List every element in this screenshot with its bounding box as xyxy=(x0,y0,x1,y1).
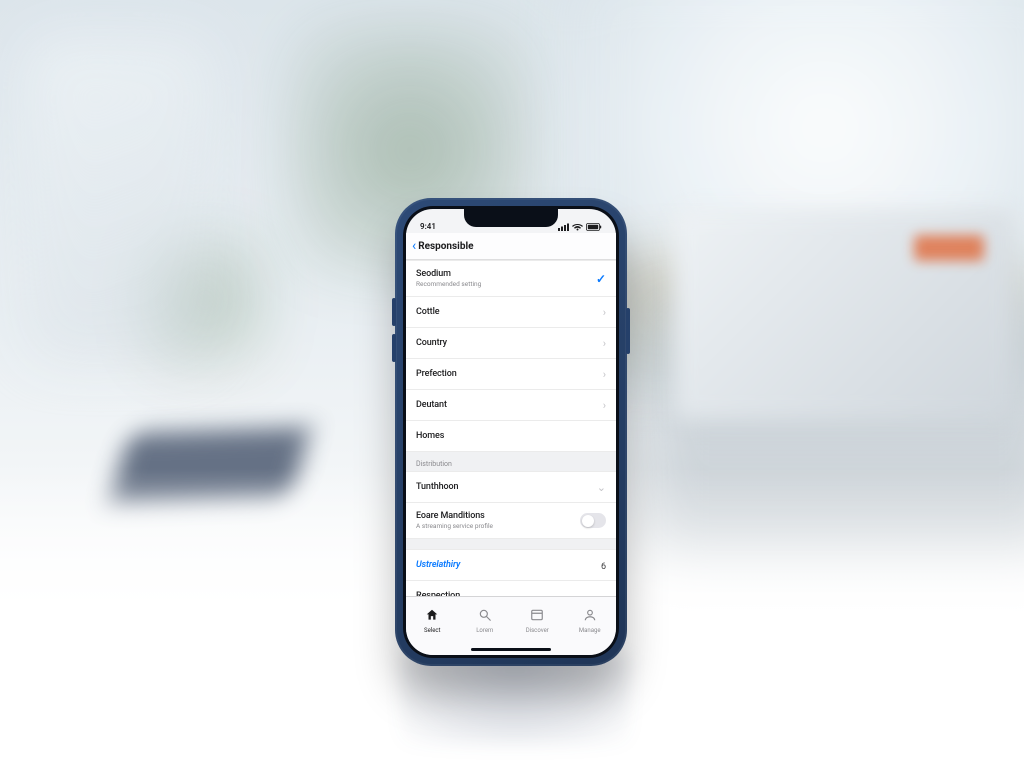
nav-header: ‹ Responsible xyxy=(406,233,616,260)
phone-notch xyxy=(464,209,558,227)
bg-lamp xyxy=(30,40,210,360)
phone-volume-up xyxy=(392,298,396,326)
bg-phone-reflection xyxy=(400,655,630,745)
row-subtitle: Recommended setting xyxy=(416,280,481,288)
home-indicator[interactable] xyxy=(471,648,551,652)
row-label: Tunthhoon xyxy=(416,482,458,492)
phone-power-button xyxy=(626,308,630,354)
row-label: Homes xyxy=(416,431,444,441)
tab-profile[interactable]: Manage xyxy=(564,597,617,645)
settings-row[interactable]: Deutant › xyxy=(406,390,616,421)
battery-icon xyxy=(586,223,602,231)
settings-row[interactable]: Homes xyxy=(406,421,616,451)
row-count: 6 xyxy=(601,562,606,572)
profile-icon xyxy=(583,608,597,625)
chevron-down-icon: ⌄ xyxy=(597,481,606,494)
phone-screen: 9:41 ‹ Responsible SeodiumRecommended se… xyxy=(406,209,616,655)
tab-label: Lorem xyxy=(476,627,493,634)
browse-icon xyxy=(530,608,544,625)
phone: 9:41 ‹ Responsible SeodiumRecommended se… xyxy=(395,198,627,666)
photo-scene: 9:41 ‹ Responsible SeodiumRecommended se… xyxy=(0,0,1024,768)
chevron-right-icon: › xyxy=(603,337,606,350)
tab-label: Select xyxy=(424,627,441,634)
settings-row[interactable]: Eoare ManditionsA streaming service prof… xyxy=(406,503,616,538)
settings-group: Ustrelathiry 6 Respection xyxy=(406,549,616,596)
back-button[interactable]: ‹ xyxy=(412,239,416,253)
row-label: Seodium xyxy=(416,269,481,279)
settings-row[interactable]: Country › xyxy=(406,328,616,359)
settings-row[interactable]: Cottle › xyxy=(406,297,616,328)
row-label: Eoare Manditions xyxy=(416,511,493,521)
search-icon xyxy=(478,608,492,625)
bg-laptop-accent xyxy=(914,235,984,261)
row-label: Country xyxy=(416,338,447,348)
wifi-icon xyxy=(572,223,583,231)
phone-bezel: 9:41 ‹ Responsible SeodiumRecommended se… xyxy=(403,206,619,658)
settings-row[interactable]: Prefection › xyxy=(406,359,616,390)
tab-label: Discover xyxy=(526,627,549,634)
chevron-right-icon: › xyxy=(603,368,606,381)
settings-row[interactable]: SeodiumRecommended setting ✓ xyxy=(406,261,616,297)
checkmark-icon: ✓ xyxy=(596,272,606,286)
status-time: 9:41 xyxy=(420,222,436,231)
tab-label: Manage xyxy=(579,627,601,634)
phone-volume-down xyxy=(392,334,396,362)
chevron-right-icon: › xyxy=(603,306,606,319)
section-header: Distribution xyxy=(406,452,616,471)
chevron-right-icon: › xyxy=(603,399,606,412)
row-label: Prefection xyxy=(416,369,457,379)
tab-bar: Select Lorem Discover Manage xyxy=(406,596,616,655)
settings-row[interactable]: Tunthhoon ⌄ xyxy=(406,472,616,503)
row-label: Ustrelathiry xyxy=(416,560,460,570)
toggle-switch[interactable] xyxy=(580,513,606,528)
settings-list[interactable]: SeodiumRecommended setting✓Cottle›Countr… xyxy=(406,260,616,596)
row-label: Cottle xyxy=(416,307,440,317)
row-label: Deutant xyxy=(416,400,447,410)
tab-home[interactable]: Select xyxy=(406,597,459,645)
tab-search[interactable]: Lorem xyxy=(459,597,512,645)
row-subtitle: A streaming service profile xyxy=(416,522,493,530)
tab-browse[interactable]: Discover xyxy=(511,597,564,645)
settings-row[interactable]: Respection xyxy=(406,581,616,596)
settings-row[interactable]: Ustrelathiry 6 xyxy=(406,550,616,581)
nav-title: Responsible xyxy=(418,241,473,252)
cellular-icon xyxy=(558,223,569,231)
status-icons xyxy=(558,223,602,231)
home-icon xyxy=(425,608,439,625)
settings-group: Tunthhoon ⌄ Eoare ManditionsA streaming se… xyxy=(406,471,616,539)
settings-group: SeodiumRecommended setting✓Cottle›Countr… xyxy=(406,260,616,452)
